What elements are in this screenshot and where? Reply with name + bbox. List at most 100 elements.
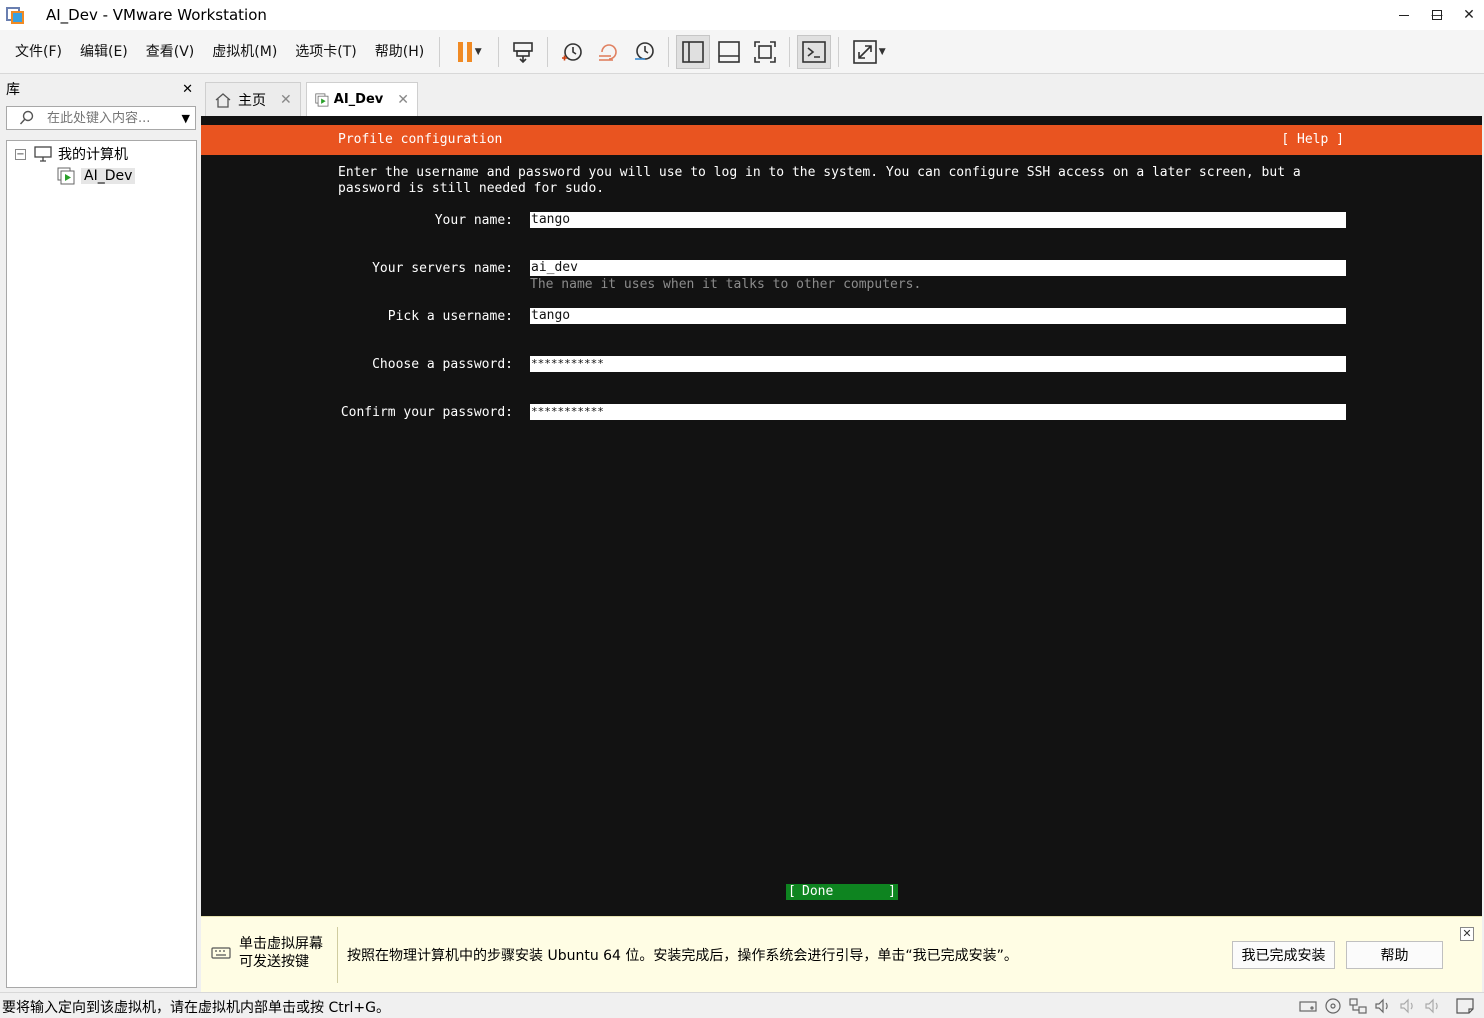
window-title: AI_Dev - VMware Workstation (46, 6, 267, 24)
installer-intro: Enter the username and password you will… (338, 165, 1301, 196)
full-screen-icon (754, 40, 777, 63)
close-icon: ✕ (1463, 7, 1475, 23)
install-complete-button[interactable]: 我已完成安装 (1232, 941, 1335, 969)
tree-item-label: AI_Dev (81, 168, 136, 184)
installer-header: Profile configuration [ Help ] (201, 125, 1482, 155)
home-icon (215, 92, 231, 108)
device-icons (1294, 996, 1476, 1016)
tab-label: AI_Dev (333, 92, 384, 107)
menu-help[interactable]: 帮助(H) (366, 37, 433, 67)
library-search[interactable]: ▼ (6, 106, 196, 130)
toolbar-separator (547, 36, 549, 67)
menu-edit[interactable]: 编辑(E) (71, 37, 137, 67)
server-name-label: Your servers name: (372, 261, 513, 276)
minimize-icon (1399, 14, 1409, 16)
library-search-input[interactable] (35, 110, 182, 126)
stretch-guest-icon (852, 39, 877, 64)
hint-left-line1: 单击虚拟屏幕 (239, 936, 323, 952)
done-right-bracket: ] (888, 884, 896, 899)
menu-toolbar: 文件(F) 编辑(E) 查看(V) 虚拟机(M) 选项卡(T) 帮助(H) ▼ … (0, 30, 1484, 74)
close-button[interactable]: ✕ (1454, 0, 1484, 30)
minimize-button-alt[interactable] (1388, 0, 1420, 30)
sound-icon-3[interactable] (1422, 996, 1444, 1016)
maximize-icon (1432, 10, 1442, 20)
close-tab-icon[interactable]: ✕ (280, 92, 292, 108)
help-button[interactable]: [ Help ] (1281, 132, 1344, 147)
menu-view[interactable]: 查看(V) (137, 37, 204, 67)
username-label: Pick a username: (387, 309, 513, 324)
show-thumbnail-bar-icon (718, 40, 741, 63)
confirm-password-label: Confirm your password: (340, 405, 513, 420)
stretch-guest-button[interactable]: ▼ (846, 35, 892, 69)
tree-item-label: 我的计算机 (58, 147, 128, 163)
sound-icon[interactable] (1372, 996, 1394, 1016)
your-name-label: Your name: (434, 213, 513, 228)
console-view-button[interactable] (797, 34, 832, 69)
password-label: Choose a password: (372, 357, 513, 372)
pause-icon (457, 41, 472, 62)
snapshot-take-button[interactable] (555, 35, 589, 69)
menu-file[interactable]: 文件(F) (6, 37, 71, 67)
full-screen-button[interactable] (748, 35, 782, 69)
message-log-icon[interactable] (1454, 996, 1476, 1016)
vm-running-icon (315, 92, 329, 107)
computer-icon (34, 146, 52, 162)
menu-tabs[interactable]: 选项卡(T) (286, 37, 365, 67)
tab-label: 主页 (238, 92, 266, 109)
show-library-icon (682, 40, 705, 63)
vmware-logo-icon (6, 5, 26, 25)
maximize-button[interactable] (1420, 0, 1454, 30)
tab-home[interactable]: 主页 ✕ (205, 82, 301, 116)
network-icon[interactable] (1347, 996, 1369, 1016)
toolbar-separator (439, 36, 441, 67)
toolbar-separator (668, 36, 670, 67)
tree-item-ai-dev[interactable]: AI_Dev (57, 165, 136, 187)
library-close-icon[interactable]: ✕ (182, 82, 193, 97)
install-hint-bar: 单击虚拟屏幕 可发送按键 按照在物理计算机中的步骤安装 Ubuntu 64 位。… (201, 916, 1482, 992)
collapse-icon[interactable]: − (15, 148, 26, 160)
hint-help-button[interactable]: 帮助 (1346, 941, 1443, 969)
sound-icon-2[interactable] (1397, 996, 1419, 1016)
toolbar-separator (498, 36, 500, 67)
password-field[interactable]: *********** (530, 356, 1346, 372)
snapshot-revert-button[interactable] (591, 35, 625, 69)
send-ctrl-alt-del-icon (513, 41, 534, 63)
library-tree: − 我的计算机 AI_Dev (6, 140, 197, 988)
menu-vm[interactable]: 虚拟机(M) (203, 37, 286, 67)
console-view-icon (802, 40, 827, 63)
show-library-button[interactable] (676, 34, 711, 69)
chevron-down-icon[interactable]: ▼ (182, 112, 190, 125)
snapshot-take-icon (562, 42, 583, 61)
hint-left-line2: 可发送按键 (239, 954, 309, 970)
search-icon (19, 110, 34, 125)
vm-console[interactable]: Profile configuration [ Help ] Enter the… (201, 116, 1482, 916)
show-thumbnail-bar-button[interactable] (712, 35, 746, 69)
hint-left-text: 单击虚拟屏幕 可发送按键 (239, 935, 335, 971)
tree-item-my-computer[interactable]: − 我的计算机 (15, 143, 128, 165)
your-name-field[interactable]: tango (530, 212, 1346, 228)
close-tab-icon[interactable]: ✕ (397, 92, 409, 108)
confirm-password-field[interactable]: *********** (530, 404, 1346, 420)
close-hint-icon[interactable]: ✕ (1460, 927, 1474, 941)
title-bar: AI_Dev - VMware Workstation — ✕ (0, 0, 1484, 30)
status-bar: 要将输入定向到该虚拟机，请在虚拟机内部单击或按 Ctrl+G。 (0, 992, 1484, 1018)
cd-dvd-icon[interactable] (1322, 996, 1344, 1016)
server-name-field[interactable]: ai_dev (530, 260, 1346, 276)
snapshot-revert-icon (599, 43, 618, 61)
snapshot-manager-icon (635, 41, 655, 60)
tab-ai-dev[interactable]: AI_Dev ✕ (306, 82, 418, 116)
snapshot-manager-button[interactable] (627, 35, 661, 69)
done-label: Done (802, 884, 834, 899)
chevron-down-icon: ▼ (474, 46, 482, 57)
hint-divider (337, 927, 338, 983)
library-title: 库 (6, 82, 20, 98)
done-button[interactable]: [ Done ] (786, 884, 898, 900)
status-text: 要将输入定向到该虚拟机，请在虚拟机内部单击或按 Ctrl+G。 (2, 1000, 390, 1016)
pause-button[interactable]: ▼ (447, 35, 491, 69)
toolbar-separator (789, 36, 791, 67)
username-field[interactable]: tango (530, 308, 1346, 324)
send-ctrl-alt-del-button[interactable] (506, 35, 540, 69)
hard-disk-icon[interactable] (1297, 996, 1319, 1016)
vm-running-icon (57, 167, 75, 185)
server-name-hint: The name it uses when it talks to other … (530, 277, 922, 292)
